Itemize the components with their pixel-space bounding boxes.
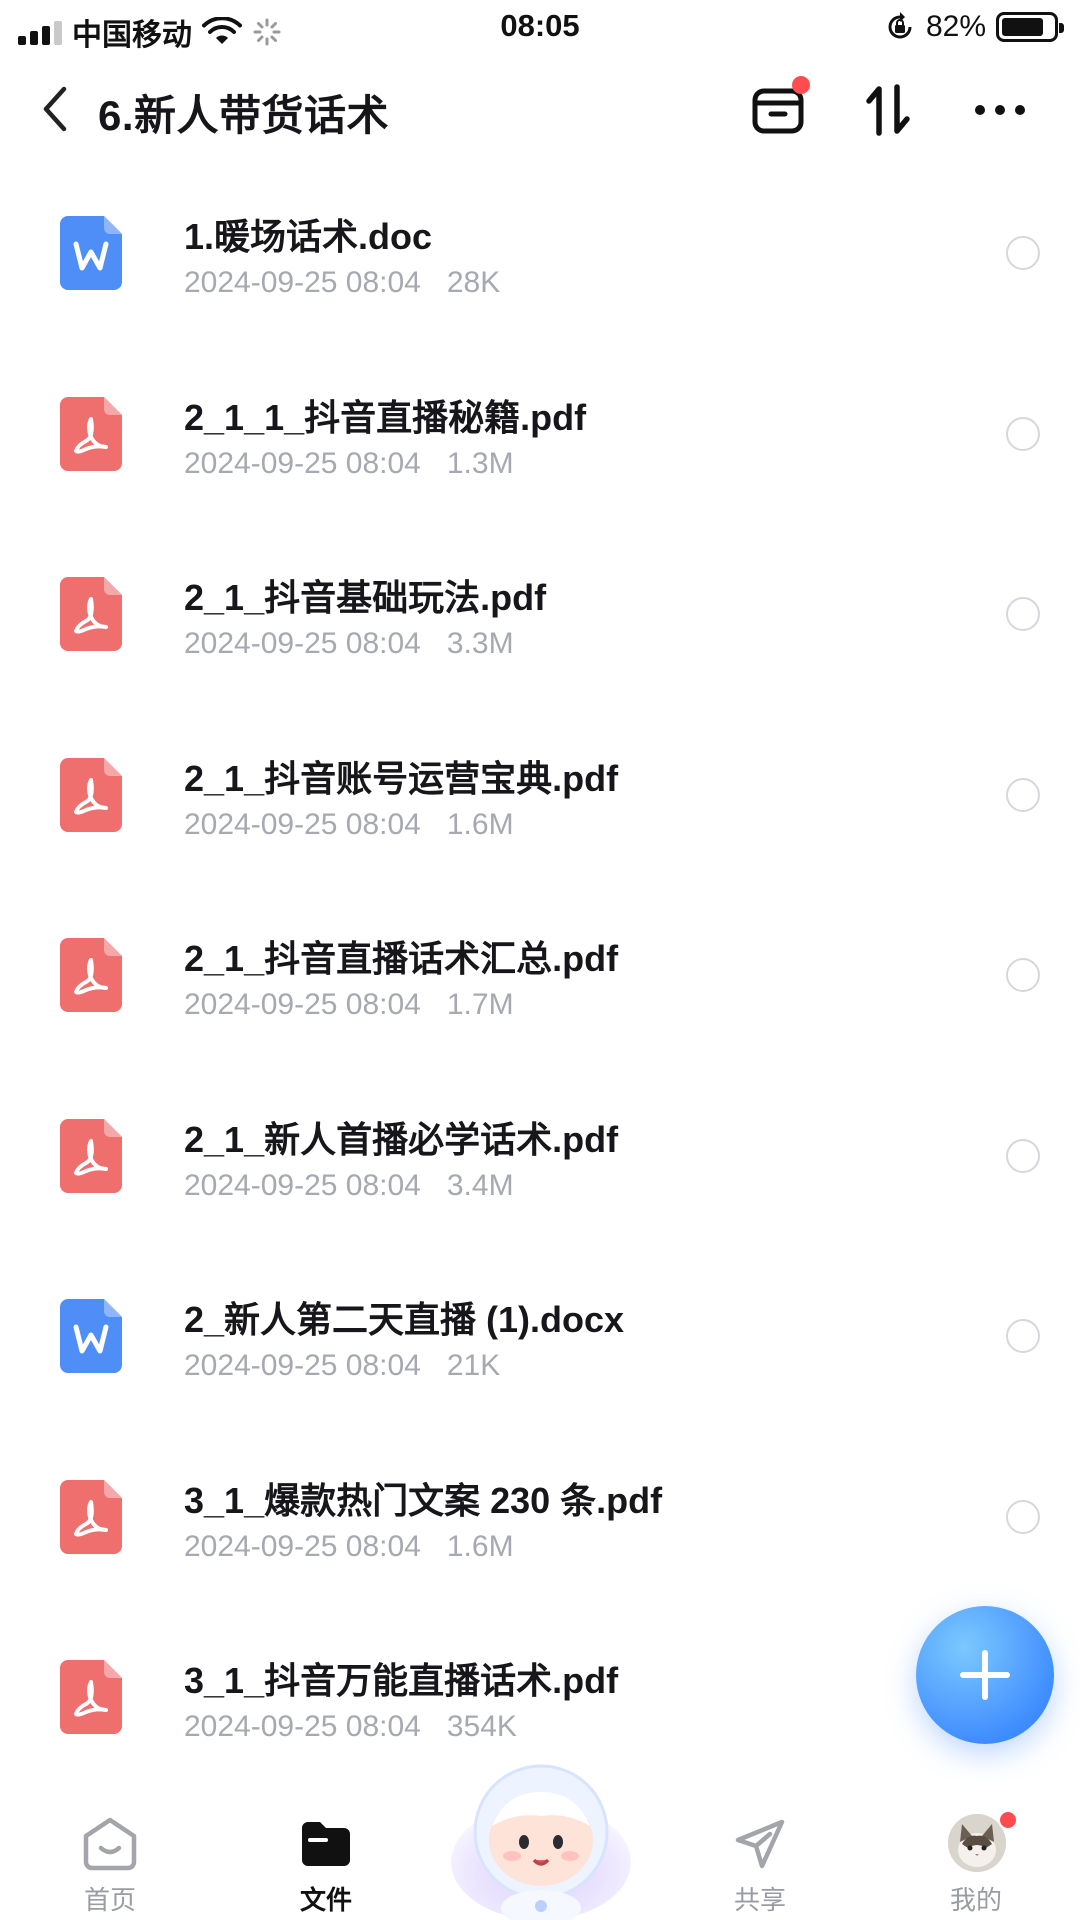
file-row[interactable]: 2_1_抖音账号运营宝典.pdf 2024-09-25 08:04 1.6M xyxy=(0,728,1080,909)
file-meta: 2024-09-25 08:04 1.6M xyxy=(184,1530,514,1564)
file-row[interactable]: 2_1_1_抖音直播秘籍.pdf 2024-09-25 08:04 1.3M xyxy=(0,367,1080,548)
file-list: 1.暖场话术.doc 2024-09-25 08:04 28K 2_1_1_抖音直播秘… xyxy=(0,186,1080,1811)
rotation-lock-icon xyxy=(888,12,912,39)
file-browser-screen: 中国移动 08:05 82% 6.新人带货话术 1.暖场话术.doc 2024-… xyxy=(0,0,1080,1920)
file-meta: 2024-09-25 08:04 1.3M xyxy=(184,447,514,481)
ai-assistant-mascot[interactable] xyxy=(446,1752,636,1920)
pdf-file-icon xyxy=(60,938,122,1012)
nav-files-label: 文件 xyxy=(299,1885,352,1915)
file-date: 2024-09-25 08:04 xyxy=(184,627,421,660)
status-right: 82% xyxy=(884,10,1064,44)
select-radio[interactable] xyxy=(1006,416,1040,451)
plus-icon xyxy=(960,1650,1010,1700)
file-row[interactable]: 2_1_抖音基础玩法.pdf 2024-09-25 08:04 3.3M xyxy=(0,547,1080,728)
file-name: 3_1_抖音万能直播话术.pdf xyxy=(184,1660,619,1701)
folder-icon xyxy=(302,1822,350,1866)
pdf-file-icon xyxy=(60,1660,122,1734)
user-avatar xyxy=(948,1814,1006,1872)
file-size: 3.3M xyxy=(446,627,514,660)
notification-dot xyxy=(792,76,810,94)
select-radio[interactable] xyxy=(1006,1499,1040,1534)
sort-button[interactable] xyxy=(850,72,926,148)
file-meta: 2024-09-25 08:04 1.6M xyxy=(184,808,514,842)
file-row[interactable]: 2_新人第二天直播 (1).docx 2024-09-25 08:04 21K xyxy=(0,1269,1080,1450)
file-name: 2_1_新人首播必学话术.pdf xyxy=(184,1118,619,1160)
file-name: 2_新人第二天直播 (1).docx xyxy=(184,1299,625,1340)
file-date: 2024-09-25 08:04 xyxy=(184,1710,421,1743)
select-radio[interactable] xyxy=(1006,777,1040,812)
more-dots-icon xyxy=(975,105,1025,115)
select-radio[interactable] xyxy=(1006,958,1040,992)
nav-files[interactable]: 文件 xyxy=(256,1780,396,1920)
file-size: 1.6M xyxy=(446,807,514,841)
file-name: 1.暖场话术.doc xyxy=(184,216,433,257)
file-meta: 2024-09-25 08:04 1.7M xyxy=(184,988,514,1022)
battery-percentage: 82% xyxy=(925,10,986,43)
file-size: 1.6M xyxy=(446,1529,514,1563)
file-name: 2_1_1_抖音直播秘籍.pdf xyxy=(184,396,587,438)
file-size: 1.3M xyxy=(446,446,514,480)
file-date: 2024-09-25 08:04 xyxy=(184,1168,421,1202)
nav-home-label: 首页 xyxy=(83,1885,136,1915)
nav-share-label: 共享 xyxy=(733,1885,786,1915)
pdf-file-icon xyxy=(60,1118,122,1193)
file-meta: 2024-09-25 08:04 3.3M xyxy=(184,627,514,661)
file-row[interactable]: 2_1_新人首播必学话术.pdf 2024-09-25 08:04 3.4M xyxy=(0,1089,1080,1270)
file-name: 3_1_爆款热门文案 230 条.pdf xyxy=(184,1479,663,1521)
nav-home[interactable]: 首页 xyxy=(40,1780,180,1920)
more-options-button[interactable] xyxy=(962,72,1038,148)
file-name: 2_1_抖音基础玩法.pdf xyxy=(184,577,547,618)
file-date: 2024-09-25 08:04 xyxy=(184,988,421,1021)
file-meta: 2024-09-25 08:04 21K xyxy=(184,1349,500,1383)
file-date: 2024-09-25 08:04 xyxy=(184,1529,421,1563)
transfer-list-button[interactable] xyxy=(740,72,816,148)
add-button[interactable] xyxy=(916,1606,1054,1744)
page-title: 6.新人带货话术 xyxy=(98,92,390,139)
file-size: 28K xyxy=(446,266,501,299)
pdf-file-icon xyxy=(60,1479,122,1554)
file-size: 21K xyxy=(446,1349,501,1382)
file-date: 2024-09-25 08:04 xyxy=(184,266,421,299)
pdf-file-icon xyxy=(60,577,122,651)
pdf-file-icon xyxy=(60,396,122,471)
file-row[interactable]: 2_1_抖音直播话术汇总.pdf 2024-09-25 08:04 1.7M xyxy=(0,908,1080,1089)
file-size: 354K xyxy=(446,1710,517,1743)
file-meta: 2024-09-25 08:04 3.4M xyxy=(184,1169,514,1203)
back-button[interactable] xyxy=(30,76,80,142)
nav-share[interactable]: 共享 xyxy=(690,1780,830,1920)
battery-icon xyxy=(996,12,1064,42)
file-name: 2_1_抖音直播话术汇总.pdf xyxy=(184,938,619,979)
header-bar: 6.新人带货话术 xyxy=(0,72,1080,148)
file-date: 2024-09-25 08:04 xyxy=(184,807,421,841)
file-date: 2024-09-25 08:04 xyxy=(184,446,421,480)
pdf-file-icon xyxy=(60,757,122,832)
file-row[interactable]: 3_1_爆款热门文案 230 条.pdf 2024-09-25 08:04 1.6M xyxy=(0,1450,1080,1631)
select-radio[interactable] xyxy=(1006,1138,1040,1173)
chevron-left-icon xyxy=(43,86,67,132)
file-meta: 2024-09-25 08:04 354K xyxy=(184,1710,517,1744)
home-icon xyxy=(83,1817,137,1871)
select-radio[interactable] xyxy=(1006,1319,1040,1353)
word-doc-icon xyxy=(60,216,122,290)
sort-arrows-icon xyxy=(866,84,910,136)
share-plane-icon xyxy=(735,1819,785,1869)
file-meta: 2024-09-25 08:04 28K xyxy=(184,266,500,300)
file-size: 3.4M xyxy=(446,1168,514,1202)
nav-mine-label: 我的 xyxy=(949,1885,1002,1915)
file-name: 2_1_抖音账号运营宝典.pdf xyxy=(184,757,619,799)
cat-avatar-icon xyxy=(948,1814,1006,1872)
word-doc-icon xyxy=(60,1299,122,1373)
status-bar: 中国移动 08:05 82% xyxy=(0,0,1080,56)
file-date: 2024-09-25 08:04 xyxy=(184,1349,421,1382)
nav-mine[interactable]: 我的 xyxy=(906,1780,1046,1920)
notification-dot xyxy=(998,1810,1018,1830)
select-radio[interactable] xyxy=(1006,236,1040,270)
file-row[interactable]: 1.暖场话术.doc 2024-09-25 08:04 28K xyxy=(0,186,1080,367)
select-radio[interactable] xyxy=(1006,597,1040,631)
file-size: 1.7M xyxy=(446,988,514,1021)
